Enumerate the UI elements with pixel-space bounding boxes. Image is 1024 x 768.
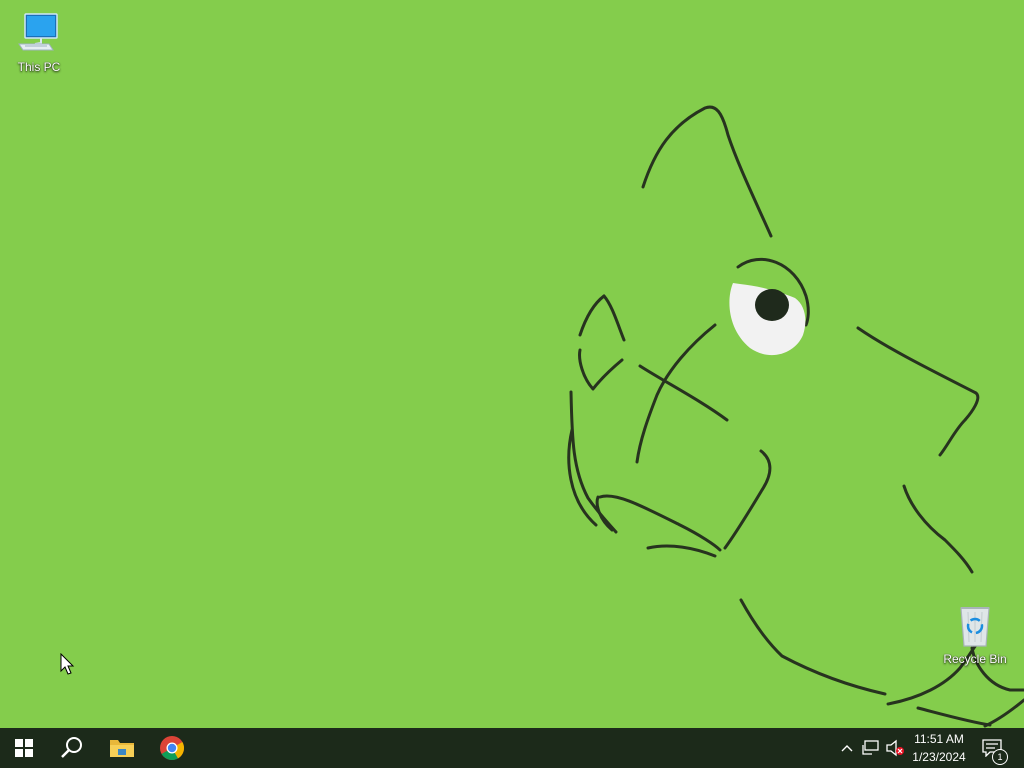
- folder-icon: [110, 740, 134, 757]
- desktop-icon-this-pc[interactable]: This PC: [0, 10, 78, 74]
- taskbar: 11:51 AM 1/23/2024: [0, 728, 1024, 768]
- search-icon: [61, 737, 82, 758]
- notification-count-badge: 1: [992, 749, 1008, 765]
- chevron-up-icon: [841, 745, 853, 752]
- search-button[interactable]: [48, 728, 96, 768]
- this-pc-icon: [15, 10, 63, 58]
- mouse-pointer-icon: [60, 653, 75, 675]
- taskbar-clock[interactable]: 11:51 AM 1/23/2024: [908, 730, 970, 766]
- desktop: This PC Recycle Bin: [0, 0, 1024, 728]
- desktop-icon-recycle-bin[interactable]: Recycle Bin: [936, 602, 1014, 666]
- recycle-bin-icon: [951, 602, 999, 650]
- clock-time: 11:51 AM: [914, 732, 964, 746]
- chrome-icon: [160, 736, 185, 761]
- show-hidden-icons-button[interactable]: [838, 728, 856, 768]
- clock-date: 1/23/2024: [912, 750, 966, 764]
- windows-logo-icon: [15, 739, 33, 757]
- wallpaper-creature-drawing: [567, 105, 1024, 728]
- desktop-icon-label: Recycle Bin: [943, 652, 1007, 666]
- network-icon: [862, 740, 879, 755]
- start-button[interactable]: [0, 728, 48, 768]
- creature-eye: [729, 283, 806, 356]
- chrome-button[interactable]: [148, 728, 196, 768]
- desktop-icon-label: This PC: [17, 60, 61, 74]
- file-explorer-button[interactable]: [98, 728, 146, 768]
- network-button[interactable]: [860, 728, 882, 768]
- volume-muted-icon: [886, 739, 904, 757]
- volume-button[interactable]: [884, 728, 906, 768]
